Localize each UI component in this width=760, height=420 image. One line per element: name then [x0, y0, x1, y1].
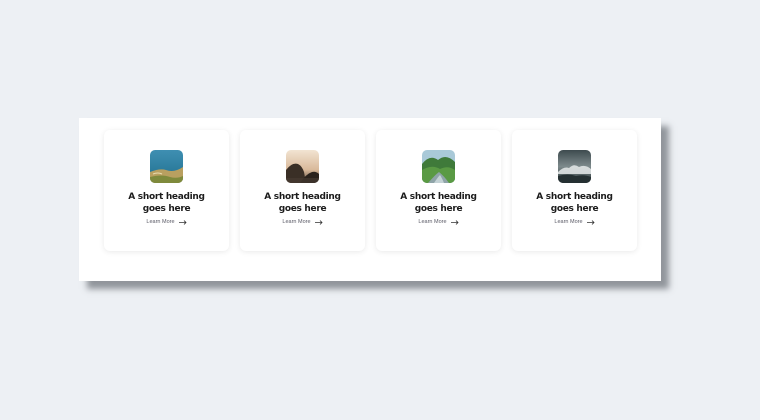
- arrow-right-icon: [178, 219, 187, 225]
- card-heading: A short heading goes here: [264, 192, 341, 214]
- green-valley-river-photo: [422, 150, 455, 183]
- learn-more-label: Learn More: [554, 219, 583, 225]
- arrow-right-icon: [450, 219, 459, 225]
- learn-more-link[interactable]: Learn More: [418, 219, 459, 225]
- arrow-right-icon: [314, 219, 323, 225]
- feature-card: A short heading goes here Learn More: [512, 130, 637, 251]
- card-heading: A short heading goes here: [128, 192, 205, 214]
- learn-more-label: Learn More: [282, 219, 311, 225]
- learn-more-link[interactable]: Learn More: [554, 219, 595, 225]
- feature-card: A short heading goes here Learn More: [240, 130, 365, 251]
- feature-panel: A short heading goes here Learn More A s…: [79, 118, 661, 281]
- sunset-cliffs-photo: [286, 150, 319, 183]
- coastal-cliff-photo: [150, 150, 183, 183]
- card-heading: A short heading goes here: [536, 192, 613, 214]
- card-heading: A short heading goes here: [400, 192, 477, 214]
- feature-card: A short heading goes here Learn More: [376, 130, 501, 251]
- card-row: A short heading goes here Learn More A s…: [104, 130, 637, 251]
- arrow-right-icon: [586, 219, 595, 225]
- learn-more-label: Learn More: [418, 219, 447, 225]
- learn-more-link[interactable]: Learn More: [146, 219, 187, 225]
- learn-more-link[interactable]: Learn More: [282, 219, 323, 225]
- learn-more-label: Learn More: [146, 219, 175, 225]
- foggy-mountain-photo: [558, 150, 591, 183]
- feature-card: A short heading goes here Learn More: [104, 130, 229, 251]
